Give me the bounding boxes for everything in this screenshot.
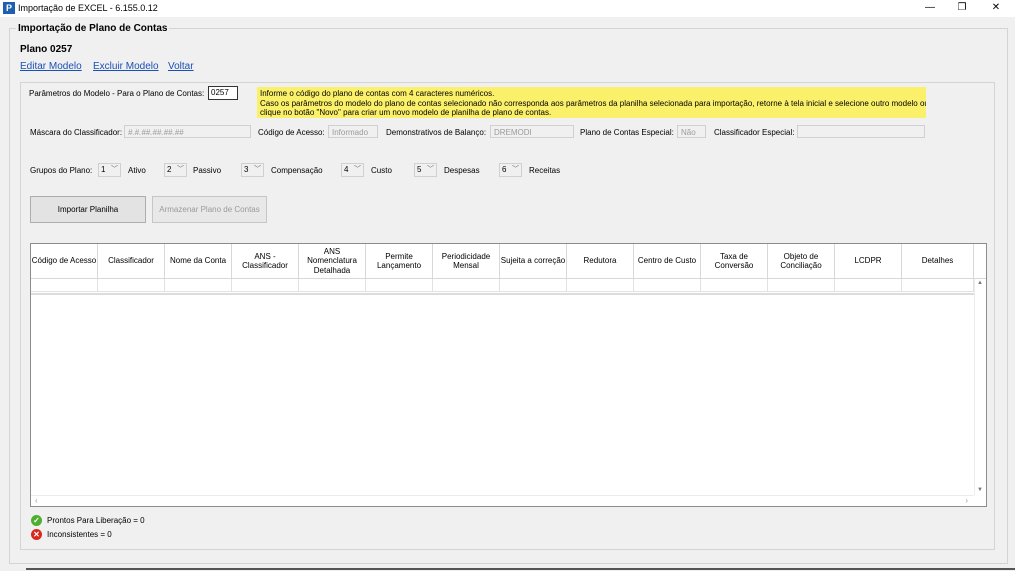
ready-count-label: Prontos Para Liberação = 0 <box>47 516 145 525</box>
minimize-button[interactable]: — <box>916 1 944 15</box>
grid-header-detalhes[interactable]: Detalhes <box>902 244 974 279</box>
grid-header-sujeita-correcao[interactable]: Sujeita a correção <box>500 244 567 279</box>
params-label: Parâmetros do Modelo - Para o Plano de C… <box>29 89 205 98</box>
group-combo-passivo[interactable]: 2 ﹀ <box>164 163 187 177</box>
grid-header-permite-lancamento[interactable]: Permite Lançamento <box>366 244 433 279</box>
grid-header-lcdpr[interactable]: LCDPR <box>835 244 902 279</box>
group-label-receitas: Receitas <box>529 166 561 175</box>
chevron-down-icon: ﹀ <box>512 166 519 173</box>
group-combo-ativo[interactable]: 1 ﹀ <box>98 163 121 177</box>
group-combo-value: 3 <box>244 165 249 174</box>
inconsistent-count-label: Inconsistentes = 0 <box>47 530 112 539</box>
group-combo-despesas[interactable]: 5 ﹀ <box>414 163 437 177</box>
grid-header-taxa-conversao[interactable]: Taxa de Conversão <box>701 244 768 279</box>
group-combo-receitas[interactable]: 6 ﹀ <box>499 163 522 177</box>
demonstrativos-field[interactable]: DREMODI <box>490 125 574 138</box>
group-title: Importação de Plano de Contas <box>16 23 170 34</box>
chevron-down-icon: ﹀ <box>254 166 261 173</box>
grid-cell[interactable] <box>567 279 634 292</box>
grid-cell[interactable] <box>232 279 299 292</box>
grid-cell[interactable] <box>165 279 232 292</box>
restore-button[interactable]: ❐ <box>948 1 976 15</box>
mascara-field[interactable]: #.#.##.##.##.## <box>124 125 251 138</box>
group-combo-value: 4 <box>344 165 349 174</box>
grid-cell[interactable] <box>835 279 902 292</box>
chevron-down-icon: ﹀ <box>354 166 361 173</box>
group-label-despesas: Despesas <box>444 166 480 175</box>
info-line-2: Caso os parâmetros do modelo do plano de… <box>260 98 926 108</box>
import-sheet-button[interactable]: Importar Planilha <box>30 196 146 223</box>
group-combo-compensacao[interactable]: 3 ﹀ <box>241 163 264 177</box>
chevron-down-icon: ﹀ <box>177 166 184 173</box>
grid-header-ans-nomenclatura[interactable]: ANS Nomenclatura Detalhada <box>299 244 366 279</box>
demonstrativos-label: Demonstrativos de Balanço: <box>386 128 487 137</box>
check-icon: ✓ <box>31 515 42 526</box>
group-combo-value: 1 <box>101 165 106 174</box>
error-icon: ✕ <box>31 529 42 540</box>
group-combo-value: 6 <box>502 165 507 174</box>
bottom-edge <box>26 568 1015 570</box>
grid-cell[interactable] <box>433 279 500 292</box>
group-combo-value: 5 <box>417 165 422 174</box>
grid-cell[interactable] <box>366 279 433 292</box>
chevron-down-icon: ﹀ <box>427 166 434 173</box>
grid-header-ans-classificador[interactable]: ANS - Classificador <box>232 244 299 279</box>
scroll-up-icon[interactable]: ▲ <box>977 280 983 286</box>
grid-header-codigo-acesso[interactable]: Código de Acesso <box>31 244 98 279</box>
grid-cell[interactable] <box>98 279 165 292</box>
plano-code-input[interactable]: 0257 <box>208 86 238 100</box>
grid-header-objeto-conciliacao[interactable]: Objeto de Conciliação <box>768 244 835 279</box>
plano-title: Plano 0257 <box>20 44 73 55</box>
grid-header-filler <box>974 244 986 279</box>
info-banner: Informe o código do plano de contas com … <box>257 87 926 118</box>
classificador-especial-field[interactable] <box>797 125 925 138</box>
group-label-custo: Custo <box>371 166 392 175</box>
classificador-especial-label: Classificador Especial: <box>714 128 795 137</box>
groups-label: Grupos do Plano: <box>30 166 93 175</box>
group-label-passivo: Passivo <box>193 166 222 175</box>
grid-cell[interactable] <box>299 279 366 292</box>
mascara-label: Máscara do Classificador: <box>30 128 123 137</box>
grid-cell[interactable] <box>31 279 98 292</box>
group-label-ativo: Ativo <box>128 166 146 175</box>
grid-header-nome-conta[interactable]: Nome da Conta <box>165 244 232 279</box>
grid-header-redutora[interactable]: Redutora <box>567 244 634 279</box>
window-title: Importação de EXCEL - 6.155.0.12 <box>18 3 158 13</box>
accounts-grid[interactable]: Código de Acesso Classificador Nome da C… <box>30 243 987 507</box>
scroll-down-icon[interactable]: ▼ <box>977 487 983 493</box>
codigo-acesso-field[interactable]: Informado <box>328 125 378 138</box>
grid-divider <box>31 293 974 295</box>
group-combo-custo[interactable]: 4 ﹀ <box>341 163 364 177</box>
store-plan-button[interactable]: Armazenar Plano de Contas <box>152 196 267 223</box>
plano-especial-field[interactable]: Não <box>677 125 706 138</box>
group-label-compensacao: Compensação <box>271 166 323 175</box>
grid-cell[interactable] <box>500 279 567 292</box>
grid-header-centro-custo[interactable]: Centro de Custo <box>634 244 701 279</box>
grid-cell[interactable] <box>701 279 768 292</box>
info-line-1: Informe o código do plano de contas com … <box>260 89 495 98</box>
edit-model-link[interactable]: Editar Modelo <box>20 61 82 72</box>
back-link[interactable]: Voltar <box>168 61 194 72</box>
info-line-3: clique no botão "Novo" para criar um nov… <box>260 108 552 117</box>
grid-cell[interactable] <box>768 279 835 292</box>
scroll-right-icon[interactable]: › <box>965 496 968 505</box>
vertical-scrollbar[interactable]: ▲ ▼ <box>974 279 986 495</box>
app-logo-icon: P <box>3 2 15 14</box>
scroll-left-icon[interactable]: ‹ <box>35 496 38 505</box>
delete-model-link[interactable]: Excluir Modelo <box>93 61 159 72</box>
close-button[interactable]: ✕ <box>982 1 1010 15</box>
group-combo-value: 2 <box>167 165 172 174</box>
grid-cell[interactable] <box>902 279 974 292</box>
horizontal-scrollbar[interactable]: ‹ › <box>31 495 974 506</box>
grid-header-classificador[interactable]: Classificador <box>98 244 165 279</box>
chevron-down-icon: ﹀ <box>111 166 118 173</box>
grid-cell[interactable] <box>634 279 701 292</box>
codigo-acesso-label: Código de Acesso: <box>258 128 325 137</box>
plano-especial-label: Plano de Contas Especial: <box>580 128 674 137</box>
grid-header-periodicidade[interactable]: Periodicidade Mensal <box>433 244 500 279</box>
title-bar: P Importação de EXCEL - 6.155.0.12 — ❐ ✕ <box>0 0 1015 17</box>
